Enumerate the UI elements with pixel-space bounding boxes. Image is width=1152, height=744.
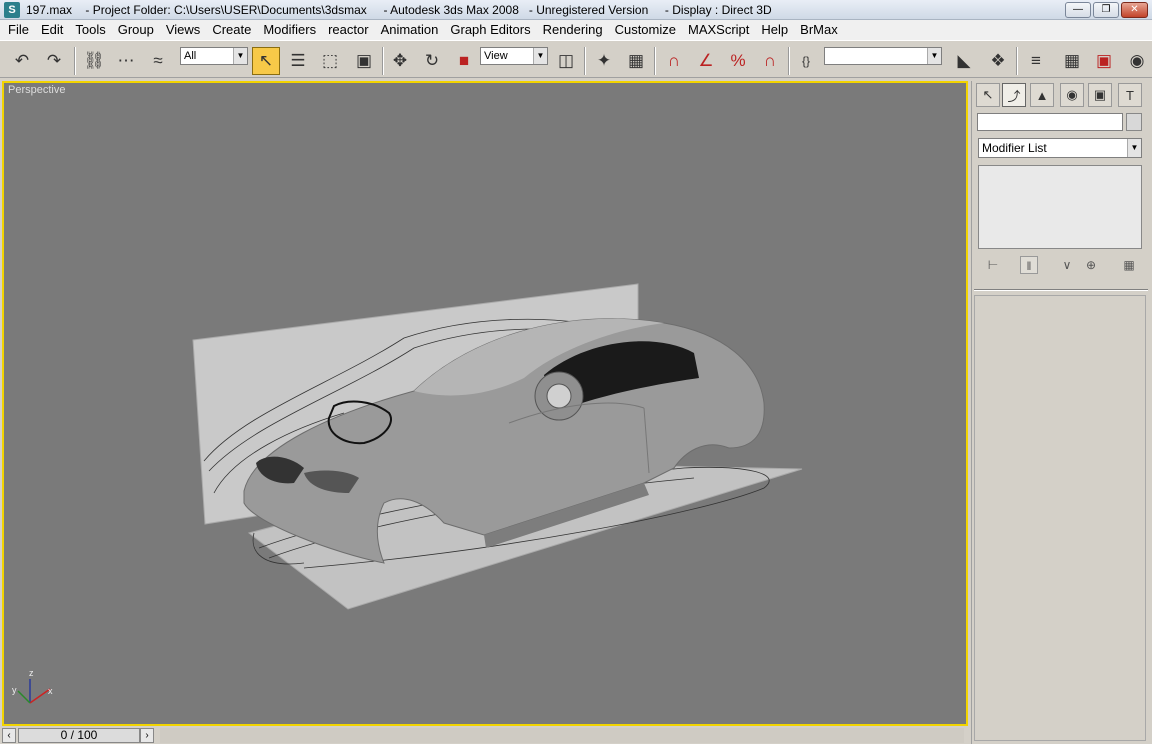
select-object-icon[interactable]: ↖ [252, 47, 280, 75]
object-color-swatch[interactable] [1126, 113, 1142, 131]
angle-snap-toggle-icon[interactable]: ∠ [692, 47, 720, 75]
unlink-selection-icon[interactable]: ⋯ [112, 47, 140, 75]
modifier-list-dropdown[interactable]: Modifier List ▼ [978, 138, 1142, 158]
rectangular-selection-region-icon[interactable]: ⬚ [316, 47, 344, 75]
modifier-list-label: Modifier List [982, 141, 1047, 155]
timeline-track[interactable] [160, 728, 964, 743]
menu-graph-editors[interactable]: Graph Editors [444, 20, 536, 40]
chevron-down-icon: ▼ [533, 48, 547, 64]
snaps-toggle-icon[interactable]: ∩ [660, 47, 688, 75]
named-selection-set-dropdown[interactable]: ▼ [824, 47, 942, 65]
menu-animation[interactable]: Animation [375, 20, 445, 40]
chevron-down-icon: ▼ [927, 48, 941, 64]
percent-snap-toggle-icon[interactable]: % [724, 47, 752, 75]
minimize-icon[interactable]: — [1065, 2, 1091, 18]
object-name-field[interactable] [977, 113, 1123, 131]
window-title: 197.max - Project Folder: C:\Users\USER\… [26, 2, 772, 17]
create-tab-icon[interactable]: ↖ [976, 83, 1000, 107]
time-slider-label: 0 / 100 [60, 728, 98, 742]
show-end-result-icon[interactable]: ‖ [1020, 256, 1038, 274]
modify-tab-icon[interactable]: ⤴ [1002, 83, 1026, 107]
align-icon[interactable]: ❖ [984, 47, 1012, 75]
select-and-manipulate-icon[interactable]: ✦ [590, 47, 618, 75]
menu-maxscript[interactable]: MAXScript [682, 20, 755, 40]
menu-rendering[interactable]: Rendering [537, 20, 609, 40]
toolbar-separator [654, 47, 656, 75]
chevron-down-icon: ▼ [1127, 139, 1141, 157]
menu-brmax[interactable]: BrMax [794, 20, 844, 40]
layer-manager-icon[interactable]: ≡ [1022, 47, 1050, 75]
panel-divider [974, 289, 1148, 291]
rollout-area [974, 295, 1146, 741]
use-pivot-point-center-icon[interactable]: ◫ [552, 47, 580, 75]
selection-filter-dropdown[interactable]: All ▼ [180, 47, 248, 65]
menu-group[interactable]: Group [112, 20, 160, 40]
motion-tab-icon[interactable]: ◉ [1060, 83, 1084, 107]
viewport-label[interactable]: Perspective [8, 84, 65, 96]
menu-help[interactable]: Help [755, 20, 794, 40]
toolbar-separator [1016, 47, 1018, 75]
select-and-move-icon[interactable]: ✥ [386, 47, 414, 75]
toolbar-separator [584, 47, 586, 75]
menu-create[interactable]: Create [206, 20, 257, 40]
reference-coordinate-value: View [484, 50, 508, 62]
title-bar: S 197.max - Project Folder: C:\Users\USE… [0, 0, 1152, 20]
modifier-stack-toolbar: ⊢ ‖ ∨ ⊕ ▦ [978, 256, 1142, 278]
menu-reactor[interactable]: reactor [322, 20, 374, 40]
make-unique-icon[interactable]: ∨ [1058, 256, 1076, 274]
edit-named-selection-sets-icon[interactable]: {} [792, 47, 820, 75]
axis-label-x: x [48, 686, 53, 696]
select-and-rotate-icon[interactable]: ↻ [418, 47, 446, 75]
chevron-down-icon: ▼ [233, 48, 247, 64]
select-and-scale-icon[interactable]: ■ [450, 47, 478, 75]
menu-customize[interactable]: Customize [609, 20, 682, 40]
axis-tripod-icon: z y x [12, 668, 53, 704]
main-toolbar: ↶ ↷ ⛓ ⋯ ≈ All ▼ ↖ ☰ ⬚ ▣ ✥ ↻ ■ View ▼ ◫ ✦… [0, 40, 1152, 78]
bind-to-space-warp-icon[interactable]: ≈ [144, 47, 172, 75]
curve-editor-icon[interactable]: ▦ [1058, 47, 1086, 75]
window-controls: — ❐ ✕ [1065, 2, 1148, 18]
modifier-stack-list[interactable] [978, 165, 1142, 249]
schematic-view-icon[interactable]: ▣ [1090, 47, 1118, 75]
utilities-tab-icon[interactable]: T [1118, 83, 1142, 107]
spinner-snap-toggle-icon[interactable]: ∩ [756, 47, 784, 75]
command-panel: ↖ ⤴ ▲ ◉ ▣ T Modifier List ▼ ⊢ ‖ ∨ ⊕ ▦ [971, 81, 1152, 744]
reference-coordinate-dropdown[interactable]: View ▼ [480, 47, 548, 65]
time-slider-bar: ‹ 0 / 100 › [0, 727, 968, 744]
redo-icon[interactable]: ↷ [40, 47, 68, 75]
close-icon[interactable]: ✕ [1121, 2, 1148, 18]
configure-modifier-sets-icon[interactable]: ▦ [1120, 256, 1138, 274]
pin-stack-icon[interactable]: ⊢ [984, 256, 1002, 274]
3ds-max-icon[interactable]: S [4, 1, 20, 18]
time-slider[interactable]: 0 / 100 [18, 728, 140, 743]
hierarchy-tab-icon[interactable]: ▲ [1030, 83, 1054, 107]
select-and-link-icon[interactable]: ⛓ [80, 47, 108, 75]
axis-label-z: z [29, 668, 34, 678]
chevron-right-icon[interactable]: › [140, 728, 154, 743]
toolbar-separator [74, 47, 76, 75]
viewport-scene: z y x [12, 283, 803, 704]
remove-modifier-icon[interactable]: ⊕ [1082, 256, 1100, 274]
menu-file[interactable]: File [2, 20, 35, 40]
toolbar-separator [788, 47, 790, 75]
menu-bar: File Edit Tools Group Views Create Modif… [0, 20, 1152, 40]
menu-views[interactable]: Views [160, 20, 206, 40]
display-tab-icon[interactable]: ▣ [1088, 83, 1112, 107]
axis-label-y: y [12, 685, 17, 695]
perspective-viewport[interactable]: Perspective z y x [2, 81, 968, 726]
maximize-icon[interactable]: ❐ [1093, 2, 1119, 18]
toolbar-separator [382, 47, 384, 75]
undo-icon[interactable]: ↶ [8, 47, 36, 75]
window-crossing-icon[interactable]: ▣ [350, 47, 378, 75]
mirror-icon[interactable]: ◣ [950, 47, 978, 75]
selection-filter-value: All [184, 50, 197, 62]
menu-tools[interactable]: Tools [69, 20, 111, 40]
chevron-left-icon[interactable]: ‹ [2, 728, 16, 743]
material-editor-icon[interactable]: ◉ [1124, 47, 1150, 75]
keyboard-shortcut-override-icon[interactable]: ▦ [622, 47, 650, 75]
menu-modifiers[interactable]: Modifiers [257, 20, 322, 40]
select-by-name-icon[interactable]: ☰ [284, 47, 312, 75]
menu-edit[interactable]: Edit [35, 20, 69, 40]
